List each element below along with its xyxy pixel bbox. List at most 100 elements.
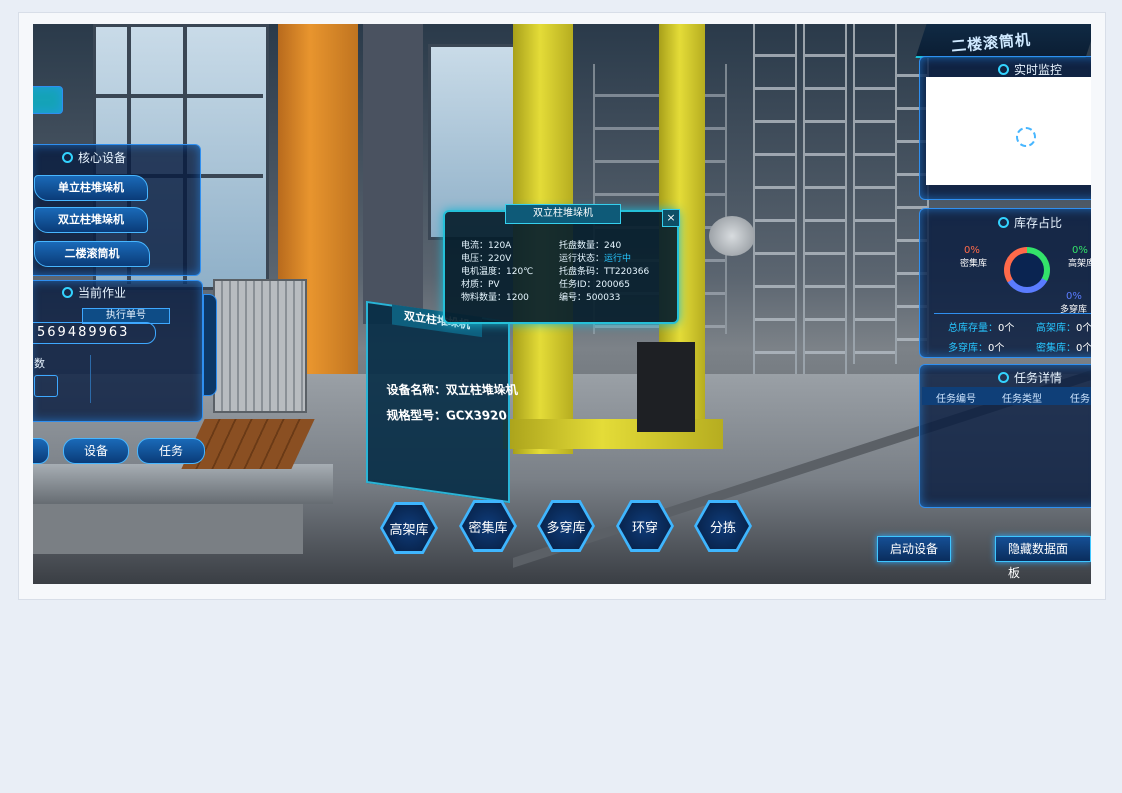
popup-serial-value: 500033 bbox=[586, 293, 621, 303]
core-devices-panel: 核心设备 单立柱堆垛机 双立柱堆垛机 二楼滚筒机 bbox=[33, 144, 201, 276]
core-devices-title-text: 核心设备 bbox=[78, 151, 127, 165]
nav-sorting-label: 分拣 bbox=[697, 503, 749, 549]
wall-column bbox=[363, 24, 423, 324]
stat-dense-label: 密集库： bbox=[1036, 343, 1076, 354]
stat-total-label: 总库存量： bbox=[948, 323, 998, 334]
popup-tray-count-value: 240 bbox=[604, 241, 622, 251]
popup-task-id-label: 任务ID： bbox=[559, 280, 596, 290]
stat-highbay: 高架库：0个 bbox=[1036, 319, 1091, 334]
core-devices-title: 核心设备 bbox=[62, 149, 126, 166]
storage-rack bbox=[803, 24, 847, 384]
stock-ratio-panel: 库存占比 0% 密集库 0% 高架库 0% 多穿库 总库存量：0个 高架库：0个… bbox=[919, 208, 1091, 358]
hide-data-panel-button[interactable]: 隐藏数据面板 bbox=[995, 536, 1091, 580]
popup-task-id: 任务ID：200065 bbox=[559, 277, 630, 290]
task-detail-panel: 任务详情 任务编号 任务类型 任务 bbox=[919, 364, 1091, 508]
device-info-popup: 双立柱堆垛机 × 电流：120A 电压：220V 电机温度：120℃ 材质：PV… bbox=[443, 204, 680, 324]
stock-name-highbay: 高架库 bbox=[1068, 259, 1091, 269]
stock-donut-chart bbox=[1004, 247, 1050, 293]
popup-tray-barcode: 托盘条码：TT220366 bbox=[559, 264, 649, 277]
bullet-icon bbox=[998, 372, 1009, 383]
popup-run-status-label: 运行状态： bbox=[559, 254, 605, 264]
popup-material: 材质：PV bbox=[461, 280, 500, 290]
popup-material-count: 物料数量：1200 bbox=[461, 293, 529, 303]
storage-rack bbox=[753, 24, 797, 404]
stacker-wheel bbox=[709, 216, 755, 256]
loading-spinner-icon bbox=[1016, 127, 1036, 147]
popup-current: 电流：120A bbox=[461, 241, 512, 251]
close-icon[interactable]: × bbox=[662, 209, 680, 227]
bottom-tab-task[interactable]: 任务 bbox=[137, 438, 205, 464]
monitor-panel: 实时监控 bbox=[919, 56, 1091, 200]
stat-dense-value: 0个 bbox=[1076, 343, 1091, 354]
current-job-panel: 当前作业 执行单号 569489963 数 bbox=[33, 280, 203, 422]
device-button-roller-machine[interactable]: 二楼滚筒机 bbox=[34, 241, 150, 267]
stat-shuttle-value: 0个 bbox=[988, 343, 1005, 354]
bullet-icon bbox=[998, 64, 1009, 75]
popup-voltage: 电压：220V bbox=[461, 254, 512, 264]
popup-serial-label: 编号： bbox=[559, 293, 587, 303]
video-feed[interactable] bbox=[926, 77, 1091, 185]
stock-ratio-title-text: 库存占比 bbox=[1014, 216, 1063, 230]
divider bbox=[90, 355, 91, 403]
task-detail-title-text: 任务详情 bbox=[1014, 371, 1063, 385]
partial-box bbox=[34, 375, 58, 397]
stat-shuttle: 多穿库：0个 bbox=[948, 339, 1004, 354]
popup-motor-temp: 电机温度：120℃ bbox=[461, 267, 534, 277]
popup-tray-barcode-label: 托盘条码： bbox=[559, 267, 605, 277]
stat-shuttle-label: 多穿库： bbox=[948, 343, 988, 354]
popup-tray-count-label: 托盘数量： bbox=[559, 241, 605, 251]
stat-total: 总库存量：0个 bbox=[948, 319, 1014, 334]
stock-pct-highbay: 0% bbox=[1072, 245, 1088, 256]
bullet-icon bbox=[62, 152, 73, 163]
popup-serial: 编号：500033 bbox=[559, 290, 620, 303]
stock-stats-bar bbox=[934, 313, 1091, 314]
stock-name-dense: 密集库 bbox=[960, 259, 988, 269]
conveyor-table bbox=[33, 504, 303, 554]
monitor-title: 实时监控 bbox=[998, 61, 1062, 78]
stat-highbay-value: 0个 bbox=[1076, 323, 1091, 334]
device-button-single-stacker[interactable]: 单立柱堆垛机 bbox=[34, 175, 148, 201]
stat-dense: 密集库：0个 bbox=[1036, 339, 1091, 354]
device-sign-model: 规格型号：GCX3920 bbox=[385, 408, 508, 423]
popup-run-status-value: 运行中 bbox=[604, 254, 632, 264]
bottom-tab-device[interactable]: 设备 bbox=[63, 438, 129, 464]
task-col-more: 任务 bbox=[1070, 394, 1090, 405]
nav-loop-shuttle-label: 环穿 bbox=[619, 503, 671, 549]
stock-pct-dense: 0% bbox=[964, 245, 980, 256]
nav-dense-storage-label: 密集库 bbox=[462, 503, 514, 549]
nav-multi-shuttle-label: 多穿库 bbox=[540, 503, 592, 549]
stock-pct-shuttle: 0% bbox=[1066, 291, 1082, 302]
popup-run-status: 运行状态：运行中 bbox=[559, 251, 631, 264]
window-mullion bbox=[93, 94, 263, 98]
current-job-title: 当前作业 bbox=[62, 284, 126, 301]
nav-high-bay-label: 高架库 bbox=[383, 505, 435, 551]
donut-hole bbox=[1010, 253, 1044, 287]
stacker-motor bbox=[637, 342, 695, 432]
device-button-double-stacker[interactable]: 双立柱堆垛机 bbox=[34, 207, 148, 233]
task-col-id: 任务编号 bbox=[936, 394, 976, 405]
conveyor bbox=[33, 464, 333, 504]
current-job-title-text: 当前作业 bbox=[78, 286, 127, 300]
stock-ratio-title: 库存占比 bbox=[998, 214, 1062, 231]
task-detail-title: 任务详情 bbox=[998, 369, 1062, 386]
popup-tray-barcode-value: TT220366 bbox=[604, 267, 650, 277]
bullet-icon bbox=[998, 217, 1009, 228]
start-device-button[interactable]: 启动设备 bbox=[877, 536, 952, 562]
left-tab-marker[interactable] bbox=[33, 86, 63, 114]
popup-title: 双立柱堆垛机 bbox=[505, 204, 621, 224]
popup-tray-count: 托盘数量：240 bbox=[559, 238, 621, 251]
monitor-title-text: 实时监控 bbox=[1014, 63, 1063, 77]
device-sign-name: 设备名称：双立柱堆垛机 bbox=[385, 382, 519, 398]
bullet-icon bbox=[62, 287, 73, 298]
3d-scene-viewport[interactable]: 二楼滚筒机 核心设备 单立柱堆垛机 双立柱堆垛机 二楼滚筒机 当前作业 执行单号… bbox=[33, 24, 1091, 584]
task-table-header: 任务编号 任务类型 任务 bbox=[922, 387, 1091, 405]
left-panel-edge bbox=[203, 294, 217, 396]
order-number-field: 569489963 bbox=[33, 322, 156, 344]
popup-task-id-value: 200065 bbox=[595, 280, 630, 290]
stat-total-value: 0个 bbox=[998, 323, 1015, 334]
partial-label: 数 bbox=[34, 357, 45, 370]
bottom-tab-prev[interactable] bbox=[33, 438, 49, 464]
device-sign: 双立柱堆垛机 设备名称：双立柱堆垛机 规格型号：GCX3920 bbox=[366, 300, 518, 504]
task-col-type: 任务类型 bbox=[1002, 394, 1042, 405]
stat-highbay-label: 高架库： bbox=[1036, 323, 1076, 334]
